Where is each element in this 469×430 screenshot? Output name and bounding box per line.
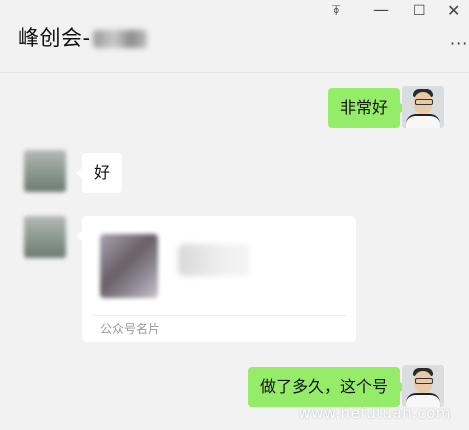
pin-icon[interactable]: ⍕: [332, 3, 340, 19]
more-options-icon[interactable]: ···: [450, 34, 468, 53]
card-avatar: [100, 234, 158, 298]
official-account-card[interactable]: 公众号名片: [76, 216, 356, 342]
contact-avatar[interactable]: [24, 150, 66, 192]
card-account-name-redacted: [178, 244, 250, 276]
message-bubble-me[interactable]: 做了多久，这个号: [247, 367, 407, 407]
card-footer-label: 公众号名片: [100, 322, 161, 336]
watermark: www.hefutuan.com: [298, 404, 451, 422]
close-icon[interactable]: ✕: [447, 1, 460, 20]
minimize-icon[interactable]: —: [373, 0, 389, 19]
chat-title: 峰创会-: [18, 22, 147, 52]
message-bubble-me[interactable]: 非常好: [327, 88, 407, 128]
maximize-icon[interactable]: ☐: [413, 3, 426, 19]
contact-avatar[interactable]: [24, 216, 66, 258]
card-divider: [92, 315, 346, 316]
chat-title-text: 峰创会-: [18, 26, 91, 50]
title-bar: 峰创会- ⍕ — ☐ ✕ ···: [0, 0, 469, 73]
my-avatar[interactable]: [402, 365, 444, 407]
my-avatar[interactable]: [402, 86, 444, 128]
redacted-title: [92, 30, 147, 48]
message-bubble-other[interactable]: 好: [75, 153, 123, 193]
